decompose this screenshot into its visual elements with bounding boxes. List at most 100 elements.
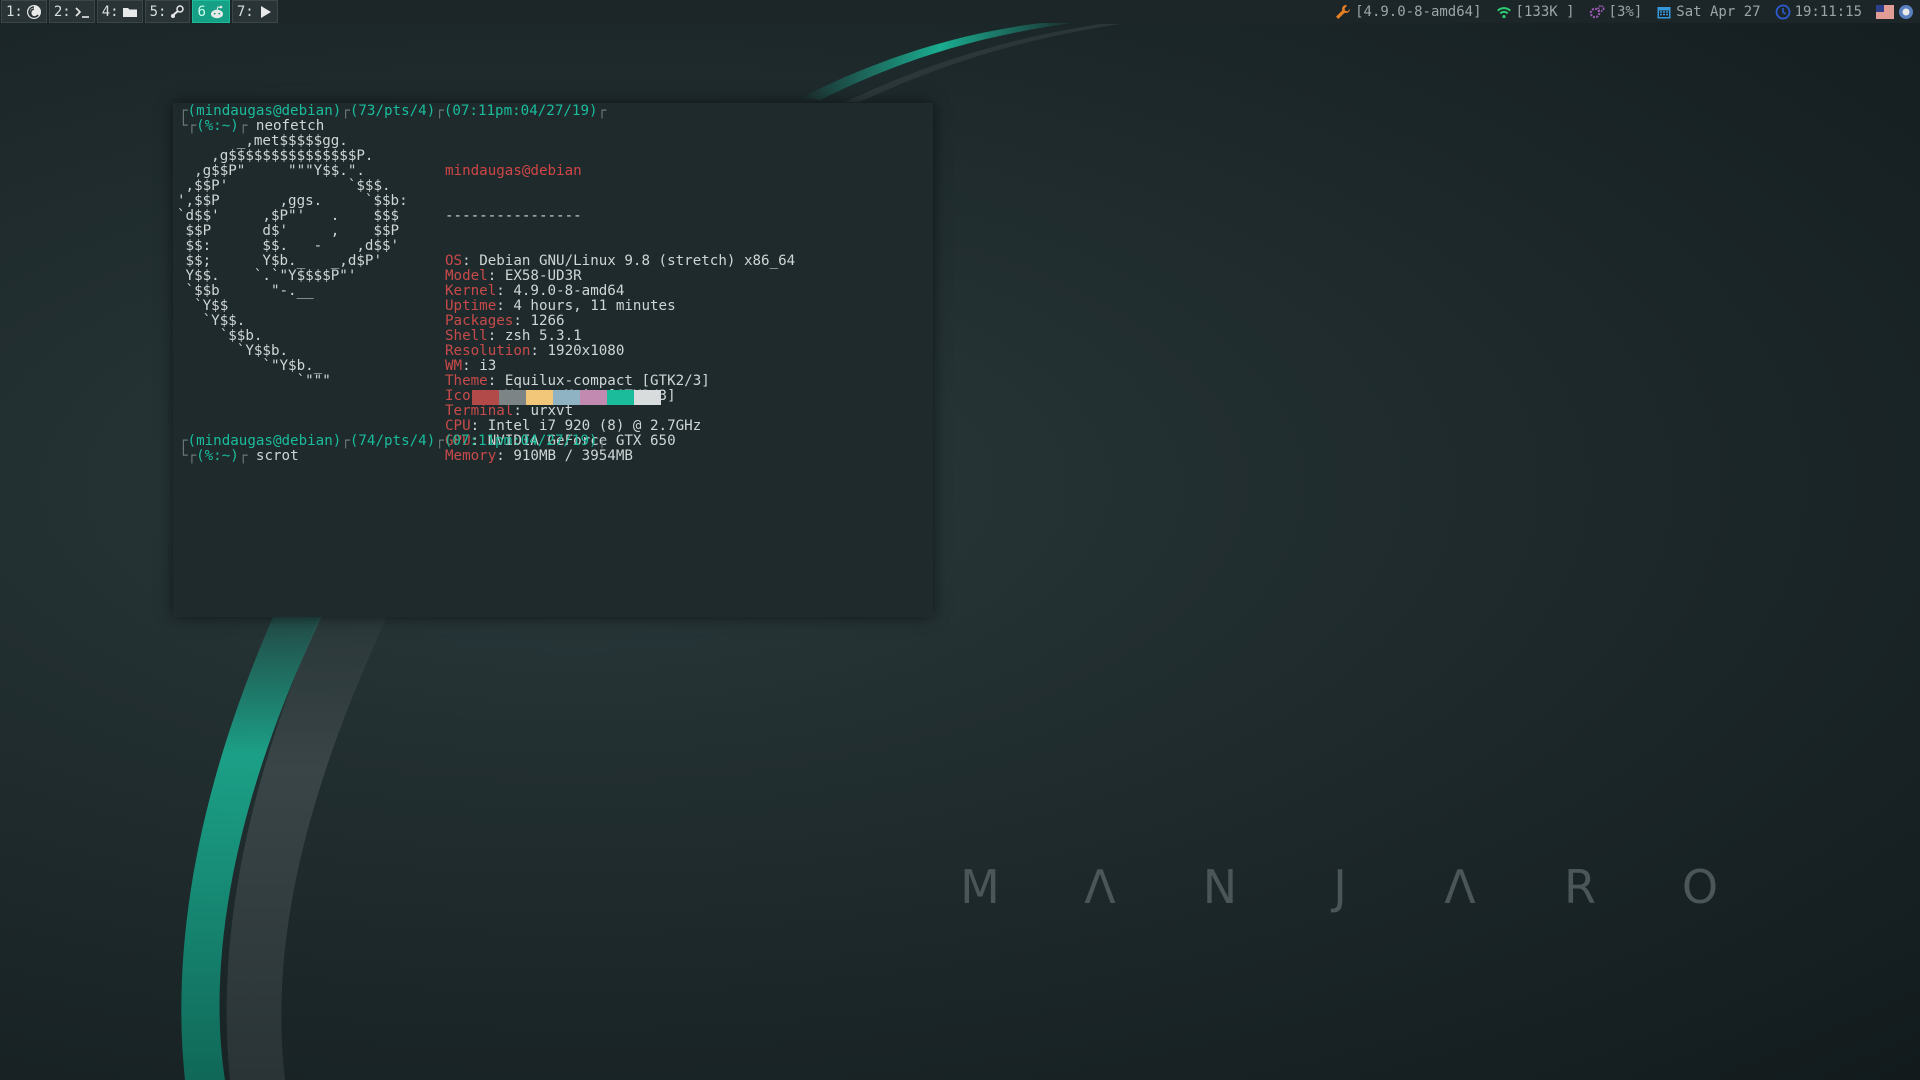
- ascii-line: $$; Y$b._ _,d$P': [177, 253, 382, 269]
- workspace-label: 1:: [6, 3, 23, 20]
- field-key: Memory: [445, 448, 497, 464]
- workspace-label: 7:: [236, 3, 254, 20]
- field-value: 1266: [530, 313, 565, 329]
- ascii-line: _,met$$$$$gg.: [177, 133, 348, 149]
- workspace-7[interactable]: 7:: [231, 0, 278, 23]
- workspace-label: 4:: [101, 3, 119, 20]
- neofetch-field: WM: i3: [445, 358, 497, 374]
- wordmark-letter: Λ: [1444, 860, 1476, 914]
- palette-swatch: [580, 390, 607, 405]
- field-key: Theme: [445, 373, 488, 389]
- prompt-pts: (74/pts/4): [349, 433, 436, 449]
- typed-command: scrot: [255, 448, 299, 464]
- ascii-line: `""": [177, 373, 331, 389]
- neofetch-field: Kernel: 4.9.0-8-amd64: [445, 283, 625, 299]
- clock-block[interactable]: 19:11:15: [1775, 4, 1862, 20]
- kernel-block[interactable]: [4.9.0-8-amd64]: [1335, 3, 1482, 20]
- wordmark-letter: J: [1333, 860, 1347, 914]
- palette-swatch: [499, 390, 526, 405]
- terminal-prompt-icon: [75, 6, 89, 18]
- kernel-text: [4.9.0-8-amd64]: [1355, 3, 1482, 20]
- ascii-line: ,g$$P" """Y$$.".: [177, 163, 365, 179]
- field-key: OS: [445, 253, 463, 269]
- ascii-line: `$$b "-.__: [177, 283, 314, 299]
- prompt-timestamp: (07:11pm:04/27/19): [443, 433, 598, 449]
- cpu-text: [3%]: [1608, 3, 1643, 20]
- ascii-line: `Y$$.: [177, 313, 246, 329]
- field-value: Debian GNU/Linux 9.8 (stretch) x86_64: [479, 253, 796, 269]
- ascii-line: `Y$$: [177, 298, 229, 314]
- workspace-label: 2:: [53, 3, 71, 20]
- neofetch-field: Packages: 1266: [445, 313, 565, 329]
- ascii-line: $$: $$. - ,d$$': [177, 238, 400, 254]
- field-key: Packages: [445, 313, 514, 329]
- field-value: zsh 5.3.1: [504, 328, 582, 344]
- wallpaper-top-arc: [800, 22, 1080, 100]
- field-value: i3: [479, 358, 497, 374]
- wifi-text: [133K ]: [1515, 3, 1575, 20]
- ascii-line: Y$$. `.`"Y$$$$P"': [177, 268, 357, 284]
- status-blocks: [4.9.0-8-amd64] [133K ] [3%] Sat Apr 27 …: [1335, 4, 1920, 20]
- ascii-line: ,$$P' `$$$.: [177, 178, 391, 194]
- date-text: Sat Apr 27: [1676, 3, 1761, 20]
- field-value: 1920x1080: [547, 343, 625, 359]
- steam-icon: [171, 4, 185, 18]
- neofetch-field: Shell: zsh 5.3.1: [445, 328, 582, 344]
- debian-ascii-logo: _,met$$$$$gg. ,g$$$$$$$$$$$$$$$P. ,g$$P"…: [177, 134, 408, 389]
- workspace-label: 5:: [149, 3, 167, 20]
- wordmark-letter: Λ: [1084, 860, 1116, 914]
- folder-icon: [122, 7, 137, 17]
- date-block[interactable]: Sat Apr 27: [1656, 3, 1761, 20]
- field-key: Uptime: [445, 298, 497, 314]
- cpu-block[interactable]: [3%]: [1589, 3, 1643, 20]
- workspace-1[interactable]: 1:: [1, 0, 47, 23]
- debian-swirl-icon: [26, 4, 41, 19]
- urxvt-terminal-window[interactable]: ┌(mindaugas@debian)┌(73/pts/4)┌(07:11pm:…: [173, 103, 933, 617]
- field-key: CPU: [445, 418, 471, 434]
- neofetch-field: Memory: 910MB / 3954MB: [445, 448, 633, 464]
- palette-swatch: [607, 390, 634, 405]
- palette-swatch: [634, 390, 661, 405]
- neofetch-separator: ----------------: [445, 208, 582, 224]
- ascii-line: ,g$$$$$$$$$$$$$$$P.: [177, 148, 374, 164]
- wrench-icon: [1336, 4, 1351, 19]
- neofetch-field: Model: EX58-UD3R: [445, 268, 582, 284]
- prompt-line: ┌(mindaugas@debian)┌(73/pts/4)┌(07:11pm:…: [179, 103, 607, 119]
- us-flag-icon[interactable]: [1876, 4, 1894, 19]
- ascii-line: `$$b.: [177, 328, 263, 344]
- ascii-line: `Y$$b.: [177, 343, 289, 359]
- field-key: WM: [445, 358, 463, 374]
- prompt-cwd: (%:~): [196, 118, 239, 134]
- workspace-4[interactable]: 4:: [96, 0, 143, 23]
- prompt-cwd: (%:~): [196, 448, 239, 464]
- palette-swatch: [526, 390, 553, 405]
- field-key: Model: [445, 268, 488, 284]
- wordmark-letter: O: [1681, 860, 1719, 914]
- field-value: 910MB / 3954MB: [513, 448, 633, 464]
- workspace-5[interactable]: 5:: [144, 0, 191, 23]
- neofetch-field: Resolution: 1920x1080: [445, 343, 625, 359]
- neofetch-field: OS: Debian GNU/Linux 9.8 (stretch) x86_6…: [445, 253, 796, 269]
- manjaro-wordmark: M Λ N J Λ R O: [920, 860, 1760, 920]
- field-value: Intel i7 920 (8) @ 2.7GHz: [487, 418, 702, 434]
- i3-status-bar: 1: 2: 4: 5: 6 7: [4.9.0-8-amd64] [133K]…: [0, 0, 1920, 23]
- ascii-line: $$P d$' , $$P: [177, 223, 400, 239]
- ascii-line: `"Y$b._: [177, 358, 323, 374]
- workspace-2[interactable]: 2:: [48, 0, 95, 23]
- field-key: Resolution: [445, 343, 531, 359]
- prompt-user: (mindaugas@debian): [187, 103, 342, 119]
- prompt-pts: (73/pts/4): [349, 103, 436, 119]
- ascii-line: ',$$P ,ggs. `$$b:: [177, 193, 408, 209]
- neofetch-field: Uptime: 4 hours, 11 minutes: [445, 298, 676, 314]
- workspace-label: 6: [197, 3, 206, 20]
- typed-command: neofetch: [255, 118, 325, 134]
- tray-app-icon[interactable]: [1898, 4, 1914, 20]
- workspace-6[interactable]: 6: [192, 0, 230, 23]
- wifi-block[interactable]: [133K ]: [1496, 4, 1575, 20]
- cogs-icon: [1589, 4, 1605, 18]
- play-icon: [260, 5, 271, 18]
- field-value: Equilux-compact [GTK2/3]: [504, 373, 710, 389]
- workspace-list: 1: 2: 4: 5: 6 7:: [0, 0, 280, 23]
- prompt-timestamp: (07:11pm:04/27/19): [443, 103, 598, 119]
- ascii-line: `d$$' ,$P"' . $$$: [177, 208, 400, 224]
